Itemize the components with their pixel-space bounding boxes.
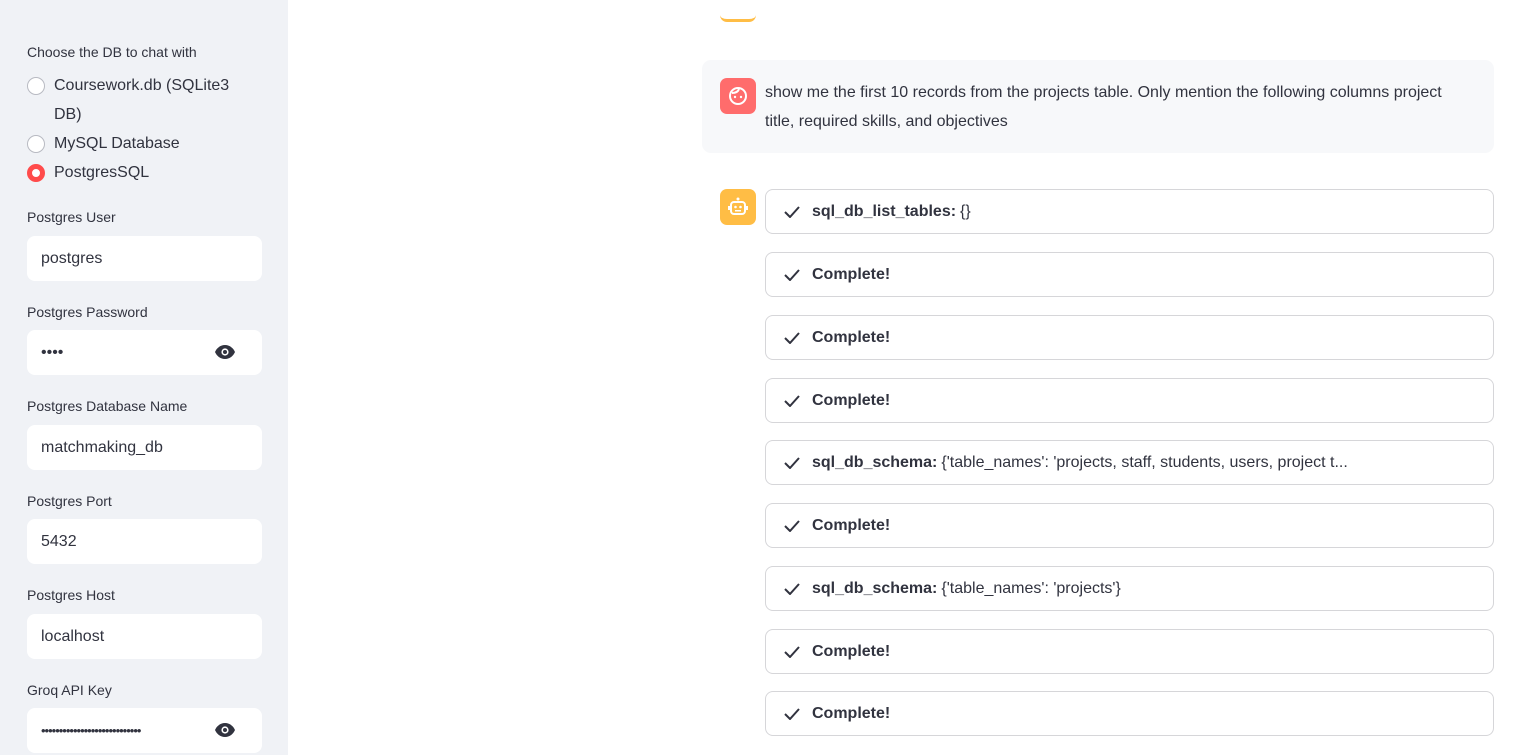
db-choice-label: Choose the DB to chat with [27, 44, 197, 60]
step-name: Complete! [812, 704, 891, 722]
step-name: Complete! [812, 516, 891, 534]
check-icon [784, 582, 800, 595]
postgres-dbname-input[interactable]: matchmaking_db [27, 425, 262, 470]
step-name: sql_db_list_tables: [812, 202, 957, 220]
check-icon [784, 268, 800, 281]
radio-postgres[interactable]: PostgresSQL [27, 158, 257, 187]
user-avatar-icon [720, 78, 756, 114]
field-label: Postgres User [27, 209, 116, 225]
radio-label: Coursework.db (SQLite3 DB) [54, 77, 230, 123]
sidebar: Choose the DB to chat with Coursework.db… [0, 0, 288, 755]
step-name: Complete! [812, 391, 891, 409]
status-step[interactable]: sql_db_schema: {'table_names': 'projects'… [765, 566, 1494, 611]
radio-circle[interactable] [27, 77, 45, 95]
step-name: Complete! [812, 265, 891, 283]
step-name: Complete! [812, 642, 891, 660]
postgres-password-input[interactable]: •••• [27, 330, 262, 375]
api-key-value: •••••••••••••••••••••••••••• [41, 723, 141, 738]
status-step[interactable]: Complete! [765, 252, 1494, 297]
status-step[interactable]: Complete! [765, 378, 1494, 423]
check-icon [784, 205, 800, 218]
radio-sqlite[interactable]: Coursework.db (SQLite3 DB) [27, 71, 257, 129]
field-label: Postgres Database Name [27, 398, 188, 414]
user-message-text: show me the first 10 records from the pr… [765, 84, 1442, 130]
step-args: {'table_names': 'projects, staff, studen… [941, 453, 1348, 471]
step-name: sql_db_schema: [812, 579, 938, 597]
check-icon [784, 394, 800, 407]
postgres-host-input[interactable]: localhost [27, 614, 262, 659]
check-icon [784, 456, 800, 469]
postgres-user-input[interactable]: postgres [27, 236, 262, 281]
status-step[interactable]: sql_db_list_tables:{} [765, 189, 1494, 234]
step-name: sql_db_schema: [812, 453, 938, 471]
field-label: Postgres Host [27, 587, 115, 603]
field-label: Groq API Key [27, 682, 112, 698]
user-message: show me the first 10 records from the pr… [702, 60, 1494, 153]
check-icon [784, 707, 800, 720]
radio-circle[interactable] [27, 135, 45, 153]
check-icon [784, 645, 800, 658]
status-step[interactable]: Complete! [765, 315, 1494, 360]
radio-label: MySQL Database [54, 135, 180, 152]
status-step[interactable]: sql_db_schema: {'table_names': 'projects,… [765, 440, 1494, 485]
radio-mysql[interactable]: MySQL Database [27, 129, 257, 158]
status-step[interactable]: Complete! [765, 691, 1494, 736]
groq-api-key-input[interactable]: •••••••••••••••••••••••••••• [27, 708, 262, 753]
radio-circle-selected[interactable] [27, 164, 45, 182]
eye-icon[interactable] [214, 344, 236, 360]
step-args: {'table_names': 'projects'} [941, 579, 1121, 597]
status-step[interactable]: Complete! [765, 503, 1494, 548]
status-step[interactable]: Complete! [765, 629, 1494, 674]
postgres-port-input[interactable]: 5432 [27, 519, 262, 564]
check-icon [784, 331, 800, 344]
radio-label: PostgresSQL [54, 164, 150, 181]
eye-icon[interactable] [214, 722, 236, 738]
step-name: Complete! [812, 328, 891, 346]
field-label: Postgres Password [27, 304, 148, 320]
field-label: Postgres Port [27, 493, 112, 509]
check-icon [784, 519, 800, 532]
bot-avatar-icon [720, 189, 756, 225]
bot-avatar-partial [720, 0, 756, 22]
step-args: {} [960, 202, 971, 220]
password-value: •••• [41, 343, 64, 361]
